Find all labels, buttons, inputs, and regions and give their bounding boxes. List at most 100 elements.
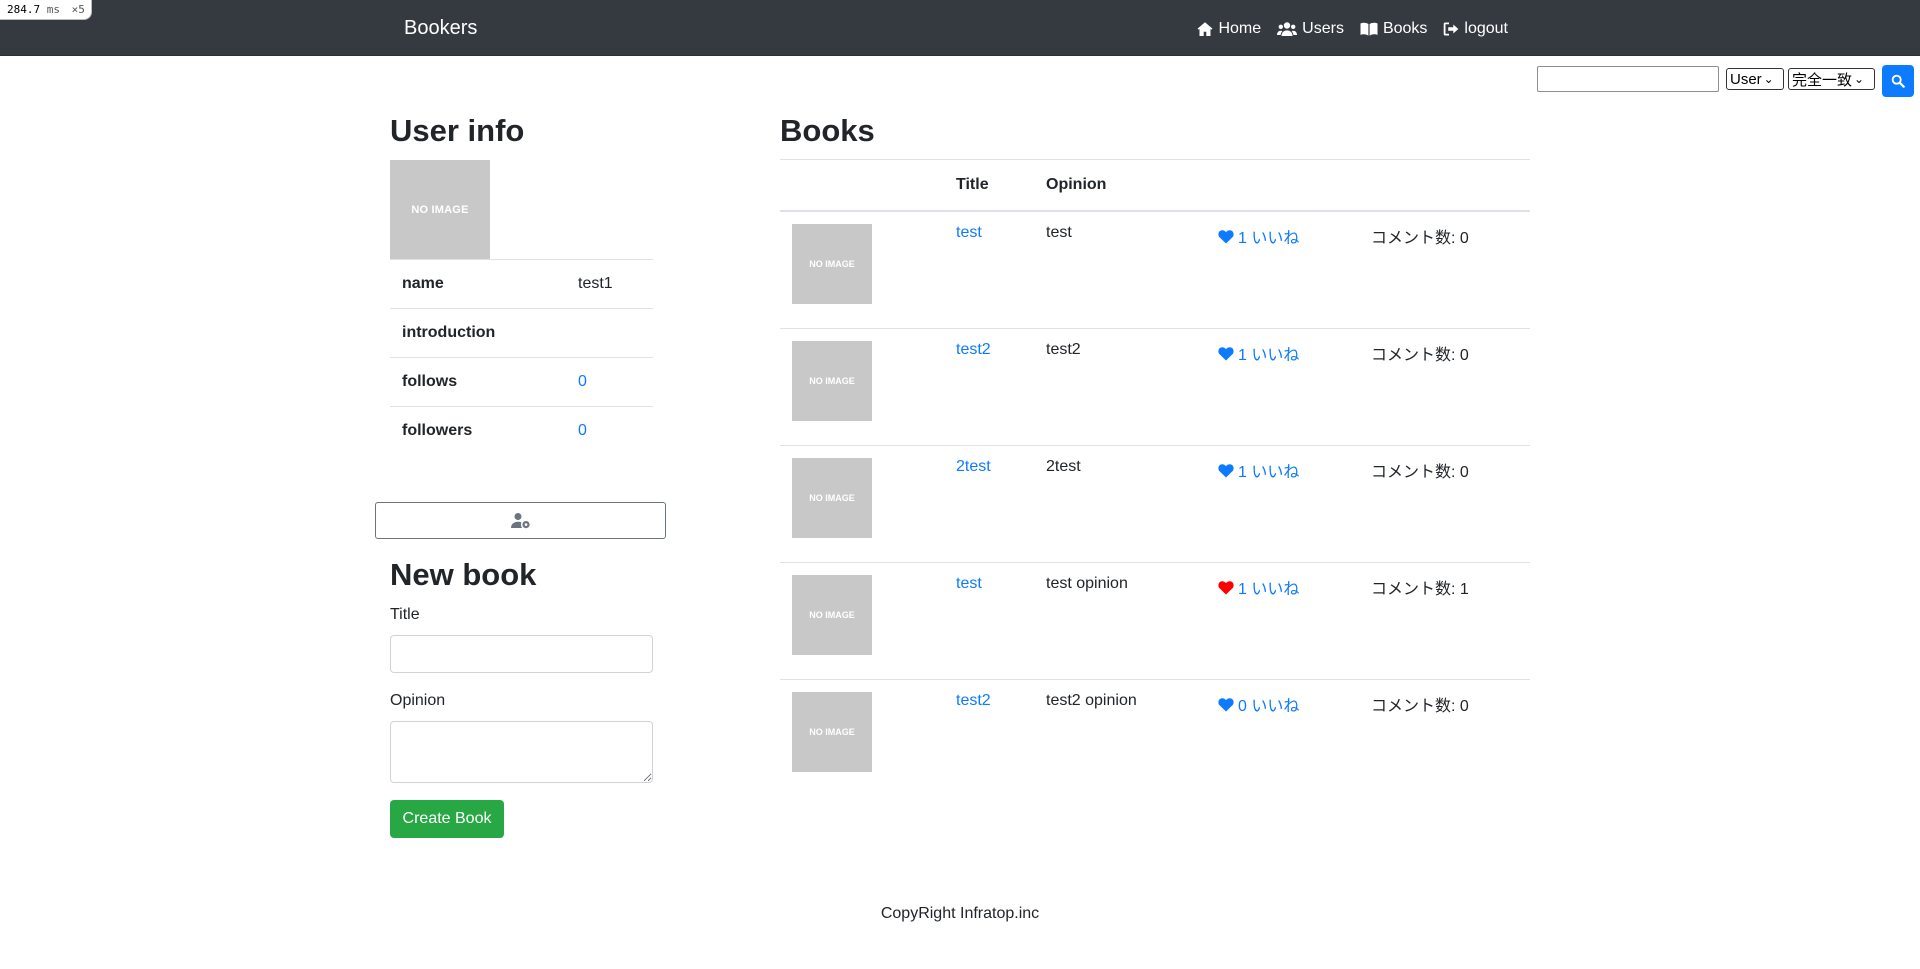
user-cog-icon [510,513,530,529]
search-model-select[interactable]: User ⌄ [1726,68,1784,90]
edit-profile-button[interactable] [375,502,666,539]
table-row: NO IMAGE test2 test2 opinion 0 いいね コメント数… [780,679,1530,796]
book-opinion: 2test [1034,445,1206,563]
brand-link[interactable]: Bookers [404,0,477,57]
search-input[interactable] [1537,66,1719,92]
nav-users-label: Users [1302,19,1344,37]
home-icon [1198,21,1213,36]
create-book-button[interactable]: Create Book [390,800,504,838]
book-favorite-cell: 1 いいね [1206,445,1359,563]
nav-logout-link[interactable]: logout [1443,20,1508,38]
book-image[interactable]: NO IMAGE [792,575,872,655]
favorite-button[interactable]: 1 いいね [1218,341,1347,365]
book-image-text: NO IMAGE [809,727,855,737]
navbar: Bookers Home Users Books logout [0,0,1920,56]
book-opinion: test [1046,224,1072,241]
books-header-row: Title Opinion [780,159,1530,212]
table-row: NO IMAGE test test 1 いいね コメント数: 0 [780,211,1530,329]
col-image-header [780,159,944,212]
book-image[interactable]: NO IMAGE [792,341,872,421]
favorite-button[interactable]: 1 いいね [1218,575,1347,599]
new-book-heading: New book [390,557,537,592]
book-opinion-textarea[interactable] [390,721,653,783]
book-image[interactable]: NO IMAGE [792,224,872,304]
book-favorite-cell: 1 いいね [1206,562,1359,680]
table-row: NO IMAGE 2test 2test 1 いいね コメント数: 0 [780,445,1530,563]
book-opinion: test opinion [1034,562,1206,680]
perf-unit: ms [46,3,60,16]
book-image-cell: NO IMAGE [780,679,944,796]
search-method-value: 完全一致 [1792,71,1853,89]
book-title-link[interactable]: test [956,224,982,241]
opinion-label: Opinion [390,692,446,709]
book-image-cell: NO IMAGE [780,445,944,563]
book-title-cell: test [944,211,1034,329]
book-title-link[interactable]: test2 [956,341,991,358]
book-image-cell: NO IMAGE [780,211,944,329]
name-value: test1 [566,259,653,309]
name-label: name [390,259,566,309]
table-row: NO IMAGE test2 test2 1 いいね コメント数: 0 [780,328,1530,446]
book-opinion: test2 opinion [1034,679,1206,796]
col-title-header: Title [944,159,1034,212]
users-icon [1277,21,1298,36]
profile-image: NO IMAGE [390,160,490,259]
favorite-button[interactable]: 1 いいね [1218,458,1347,482]
follows-count-link[interactable]: 0 [578,373,587,390]
footer-copyright: CopyRight Infratop.inc [880,905,1040,922]
search-icon [1891,74,1905,88]
profile-image-text: NO IMAGE [411,203,469,216]
followers-label: followers [390,406,566,455]
book-image[interactable]: NO IMAGE [792,692,872,772]
book-image-text: NO IMAGE [809,376,855,386]
nav-home-link[interactable]: Home [1197,20,1261,38]
search-button[interactable] [1882,65,1914,97]
favorite-button[interactable]: 0 いいね [1218,692,1347,716]
logout-icon [1444,22,1459,35]
nav-books-label: Books [1382,19,1428,37]
introduction-label: introduction [390,308,566,358]
title-label: Title [390,606,420,623]
comment-count: コメント数: 1 [1359,562,1530,680]
perf-badge: 284.7 ms ×5 [0,0,92,20]
heart-icon [1218,697,1234,711]
book-title-link[interactable]: test [956,575,982,592]
favorite-count: 0 いいね [1238,698,1300,715]
heart-icon [1218,463,1234,477]
search-form: User ⌄ 完全一致 ⌄ [1537,65,1920,97]
introduction-value [566,308,653,358]
book-title-link[interactable]: test2 [956,692,991,709]
book-title-input[interactable] [390,635,653,673]
favorite-count: 1 いいね [1238,464,1300,481]
perf-value: 284.7 [7,3,41,16]
favorite-button[interactable]: 1 いいね [1218,224,1347,248]
perf-multiplier: ×5 [71,3,85,16]
table-row: NO IMAGE test test opinion 1 いいね コメント数: … [780,562,1530,680]
book-icon [1360,22,1378,36]
heart-icon [1218,346,1234,360]
comment-count: コメント数: 0 [1359,679,1530,796]
follows-label: follows [390,357,566,407]
followers-cell: 0 [566,406,653,455]
nav-home-label: Home [1218,19,1262,37]
book-title-link[interactable]: 2test [956,458,991,475]
chevron-down-icon: ⌄ [1854,72,1865,86]
user-info-row: followers 0 [390,406,653,455]
nav-books-link[interactable]: Books [1360,20,1427,38]
user-info-row: name test1 [390,259,653,309]
favorite-count: 1 いいね [1238,581,1300,598]
search-method-select[interactable]: 完全一致 ⌄ [1788,68,1875,90]
chevron-down-icon: ⌄ [1763,72,1774,86]
books-body: NO IMAGE test test 1 いいね コメント数: 0 NO IMA… [780,211,1530,796]
book-image[interactable]: NO IMAGE [792,458,872,538]
nav-users-link[interactable]: Users [1277,20,1344,38]
user-info-table: name test1 introduction follows 0 follow… [390,259,653,455]
user-info-row: introduction [390,308,653,358]
book-image-text: NO IMAGE [809,259,855,269]
followers-count-link[interactable]: 0 [578,422,587,439]
comment-count: コメント数: 0 [1359,445,1530,563]
book-image-text: NO IMAGE [809,493,855,503]
book-title-cell: test [944,562,1034,680]
search-model-value: User [1730,70,1762,88]
col-comments-header [1359,159,1530,212]
